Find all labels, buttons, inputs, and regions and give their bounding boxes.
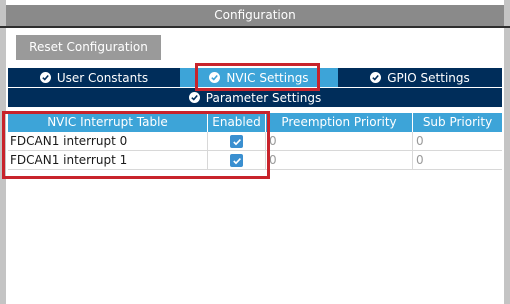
tab-user-constants[interactable]: User Constants [8,68,180,87]
window-frame-left [0,0,6,304]
preemption-priority-value[interactable]: 0 [266,151,413,170]
preemption-priority-value[interactable]: 0 [266,132,413,151]
tab-parameter-settings[interactable]: Parameter Settings [8,88,502,107]
enabled-cell [208,132,266,151]
tab-label: NVIC Settings [226,70,309,85]
interrupt-name: FDCAN1 interrupt 1 [8,151,208,170]
column-header-interrupt[interactable]: NVIC Interrupt Table [8,113,208,132]
tab-gpio-settings[interactable]: GPIO Settings [338,68,502,87]
tab-label: GPIO Settings [387,70,470,85]
tab-nvic-settings[interactable]: NVIC Settings [180,68,338,87]
title-divider [0,26,510,28]
column-header-enabled[interactable]: Enabled [208,113,266,132]
interrupt-name: FDCAN1 interrupt 0 [8,132,208,151]
table-row[interactable]: FDCAN1 interrupt 1 0 0 [8,151,502,170]
check-circle-icon [39,72,51,83]
check-circle-icon [209,72,221,83]
tab-label: Parameter Settings [205,90,322,105]
table-row[interactable]: FDCAN1 interrupt 0 0 0 [8,132,502,151]
sub-priority-value[interactable]: 0 [413,132,502,151]
tab-label: User Constants [56,70,149,85]
sub-priority-value[interactable]: 0 [413,151,502,170]
check-circle-icon [370,72,382,83]
check-circle-icon [188,92,200,103]
window-frame-right [504,0,510,304]
column-header-preemption-priority[interactable]: Preemption Priority [266,113,413,132]
panel-title: Configuration [6,5,504,26]
enabled-checkbox[interactable] [230,154,243,167]
enabled-checkbox[interactable] [230,135,243,148]
enabled-cell [208,151,266,170]
reset-configuration-button[interactable]: Reset Configuration [16,35,161,60]
column-header-sub-priority[interactable]: Sub Priority [413,113,502,132]
